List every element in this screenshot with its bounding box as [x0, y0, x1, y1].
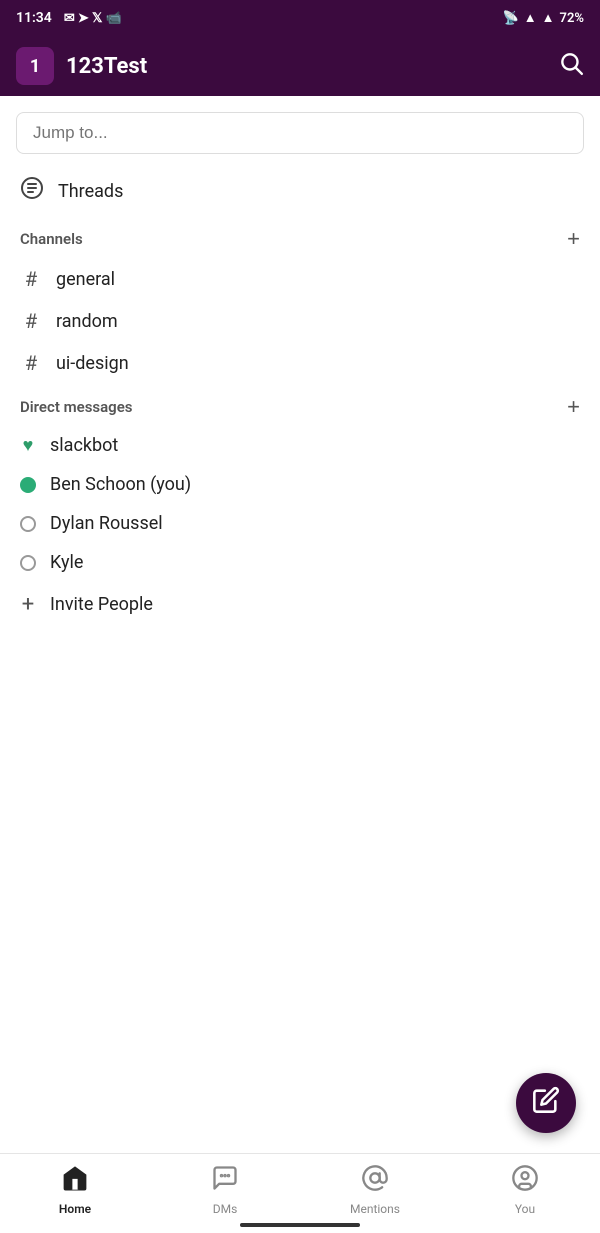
hash-icon: #: [20, 351, 42, 375]
dm-item-dylan[interactable]: Dylan Roussel: [0, 504, 600, 543]
jump-to-container: [0, 96, 600, 166]
channel-name: random: [56, 311, 118, 332]
compose-icon: [532, 1086, 560, 1120]
channel-name: general: [56, 269, 115, 290]
channel-name: ui-design: [56, 353, 129, 374]
dm-list: ♥ slackbot Ben Schoon (you) Dylan Rousse…: [0, 426, 600, 582]
slackbot-heart-icon: ♥: [20, 438, 36, 454]
invite-people-item[interactable]: + Invite People: [0, 582, 600, 627]
cast-icon: 📡: [503, 11, 519, 26]
dms-label: DMs: [213, 1202, 238, 1216]
mentions-label: Mentions: [350, 1202, 400, 1216]
dm-item-slackbot[interactable]: ♥ slackbot: [0, 426, 600, 465]
bottom-nav: Home DMs Mentions: [0, 1153, 600, 1233]
nav-item-mentions[interactable]: Mentions: [300, 1164, 450, 1216]
nav-item-home[interactable]: Home: [0, 1164, 150, 1216]
search-icon: [558, 50, 584, 76]
compose-fab[interactable]: [516, 1073, 576, 1133]
status-right-icons: 📡 ▲ ▲ 72%: [503, 10, 584, 26]
dm-item-kyle[interactable]: Kyle: [0, 543, 600, 582]
hash-icon: #: [20, 267, 42, 291]
plus-icon: +: [20, 592, 36, 617]
battery-icon: 72%: [560, 11, 584, 26]
channel-item-random[interactable]: # random: [0, 300, 600, 342]
dm-item-ben[interactable]: Ben Schoon (you): [0, 465, 600, 504]
wifi-icon: ▲: [542, 10, 555, 26]
dm-add-button[interactable]: +: [567, 396, 580, 418]
workspace-badge[interactable]: 1: [16, 47, 54, 85]
signal-icon: ▲: [524, 10, 537, 26]
you-label: You: [515, 1202, 535, 1216]
nav-item-you[interactable]: You: [450, 1164, 600, 1216]
invite-label: Invite People: [50, 594, 153, 615]
home-indicator: [240, 1223, 360, 1227]
online-status-dot: [20, 477, 36, 493]
channels-list: # general # random # ui-design: [0, 258, 600, 384]
dm-name: Kyle: [50, 552, 83, 573]
offline-status-dot: [20, 555, 36, 571]
status-bar: 11:34 ✉ ➤ 𝕏 📹 📡 ▲ ▲ 72%: [0, 0, 600, 36]
workspace-name: 123Test: [66, 54, 558, 79]
threads-row[interactable]: Threads: [0, 166, 600, 216]
channel-item-general[interactable]: # general: [0, 258, 600, 300]
home-icon: [61, 1164, 89, 1199]
dm-name: Ben Schoon (you): [50, 474, 191, 495]
offline-status-dot: [20, 516, 36, 532]
jump-to-input[interactable]: [16, 112, 584, 154]
dm-name: slackbot: [50, 435, 118, 456]
home-label: Home: [59, 1202, 91, 1216]
you-icon: [511, 1164, 539, 1199]
dms-icon: [211, 1164, 239, 1199]
top-bar: 1 123Test: [0, 36, 600, 96]
dm-section-header: Direct messages +: [0, 384, 600, 426]
status-time: 11:34 ✉ ➤ 𝕏 📹: [16, 10, 122, 26]
channels-add-button[interactable]: +: [567, 228, 580, 250]
main-content: Threads Channels + # general # random # …: [0, 96, 600, 1153]
dm-section-title: Direct messages: [20, 398, 133, 416]
search-button[interactable]: [558, 50, 584, 83]
hash-icon: #: [20, 309, 42, 333]
channels-section-header: Channels +: [0, 216, 600, 258]
dm-name: Dylan Roussel: [50, 513, 163, 534]
threads-icon: [20, 176, 44, 206]
threads-label: Threads: [58, 181, 123, 202]
mentions-icon: [361, 1164, 389, 1199]
notification-icons: ✉ ➤ 𝕏 📹: [64, 11, 122, 26]
nav-item-dms[interactable]: DMs: [150, 1164, 300, 1216]
channels-section-title: Channels: [20, 230, 83, 248]
channel-item-ui-design[interactable]: # ui-design: [0, 342, 600, 384]
